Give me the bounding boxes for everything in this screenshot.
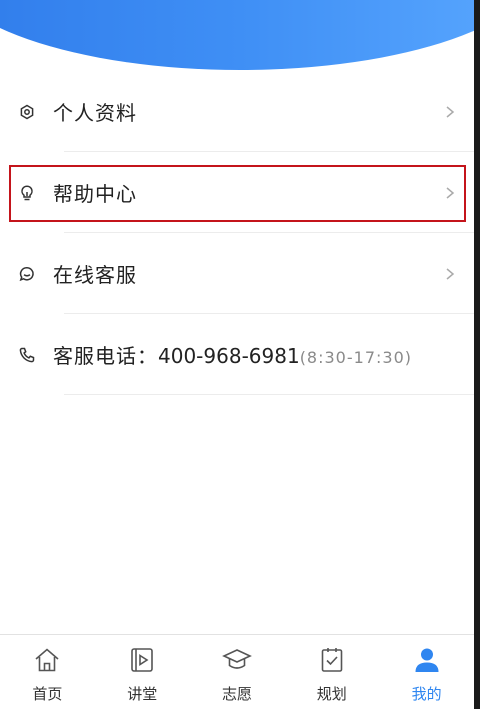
chevron-right-icon (446, 186, 455, 199)
menu-item-help-center[interactable]: 帮助中心 (0, 152, 474, 233)
menu-item-online-service[interactable]: 在线客服 (0, 233, 474, 314)
user-icon (415, 648, 439, 672)
menu-item-profile[interactable]: 个人资料 (0, 71, 474, 152)
clipboard-check-icon (321, 648, 343, 672)
menu-item-label: 在线客服 (53, 263, 137, 287)
menu-item-label: 帮助中心 (53, 182, 137, 206)
tab-volunteer[interactable]: 志愿 (190, 635, 285, 709)
divider (64, 394, 474, 395)
tab-mine[interactable]: 我的 (379, 635, 474, 709)
service-phone-text: 客服电话：400-968-6981(8:30-17:30) (53, 340, 412, 369)
menu-item-label: 个人资料 (53, 101, 137, 125)
header-banner (0, 0, 474, 70)
chat-bubble-icon (18, 265, 36, 283)
home-icon (35, 648, 59, 672)
chevron-right-icon (446, 267, 455, 280)
tab-label: 志愿 (221, 685, 252, 703)
tab-lecture[interactable]: 讲堂 (95, 635, 190, 709)
tab-label: 我的 (411, 685, 442, 703)
app-screen: 个人资料 帮助中心 在线客服 客服电话：400-968-6981(8:30-17… (0, 0, 474, 709)
tab-planning[interactable]: 规划 (284, 635, 379, 709)
screen-edge (474, 0, 480, 709)
service-phone-number: 400-968-6981 (158, 344, 300, 368)
chevron-right-icon (446, 105, 455, 118)
service-phone-prefix: 客服电话： (53, 344, 158, 368)
gear-icon (18, 103, 36, 121)
menu-item-service-phone[interactable]: 客服电话：400-968-6981(8:30-17:30) (0, 314, 474, 395)
settings-menu: 个人资料 帮助中心 在线客服 客服电话：400-968-6981(8:30-17… (0, 71, 474, 395)
bottom-tab-bar: 首页 讲堂 志愿 规划 我的 (0, 634, 474, 709)
video-play-icon (131, 648, 153, 672)
service-hours: (8:30-17:30) (299, 348, 412, 367)
graduation-cap-icon (222, 649, 252, 669)
tab-label: 讲堂 (127, 685, 158, 703)
tab-label: 规划 (316, 685, 347, 703)
tab-home[interactable]: 首页 (0, 635, 95, 709)
phone-icon (18, 346, 36, 364)
lightbulb-icon (18, 184, 36, 202)
tab-label: 首页 (32, 685, 63, 703)
